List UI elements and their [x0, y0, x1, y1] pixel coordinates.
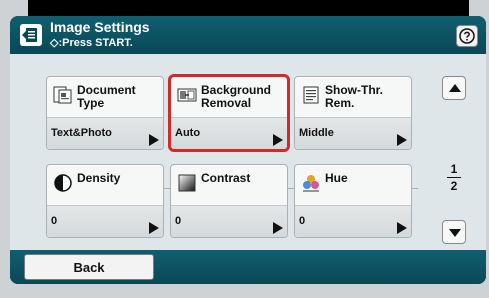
hue-label: Hue: [325, 171, 348, 185]
density-icon: [53, 173, 73, 193]
back-button[interactable]: Back: [24, 254, 154, 280]
arrow-right-icon: [273, 134, 283, 146]
contrast-label: Contrast: [201, 171, 251, 185]
arrow-right-icon: [149, 134, 159, 146]
arrow-down-icon: [449, 229, 461, 237]
help-icon: [459, 28, 475, 44]
document-type-icon: [53, 85, 73, 105]
hue-button[interactable]: Hue 0: [294, 164, 412, 238]
title-bar: Image Settings ◇:Press START.: [10, 16, 486, 54]
hue-icon: [301, 173, 321, 193]
density-value: 0: [51, 215, 58, 227]
copy-settings-icon: [20, 24, 42, 46]
contrast-value: 0: [175, 215, 182, 227]
help-button[interactable]: [456, 25, 478, 47]
arrow-right-icon: [397, 134, 407, 146]
arrow-right-icon: [273, 222, 283, 234]
background-removal-icon: [177, 85, 197, 105]
show-through-removal-label: Show-Thr. Rem.: [325, 83, 383, 110]
document-type-label: Document Type: [77, 83, 136, 110]
footer-bar: Back: [10, 250, 486, 284]
arrow-right-icon: [397, 222, 407, 234]
current-page: 1: [450, 162, 458, 176]
contrast-button[interactable]: Contrast 0: [170, 164, 288, 238]
hue-value: 0: [299, 215, 306, 227]
background-removal-button[interactable]: Background Removal Auto: [170, 76, 288, 150]
backdrop-bottom: [0, 284, 489, 298]
show-through-removal-button[interactable]: Show-Thr. Rem. Middle: [294, 76, 412, 150]
arrow-right-icon: [149, 222, 159, 234]
scroll-up-button[interactable]: [442, 76, 466, 100]
page-indicator: 1 2: [442, 161, 466, 194]
arrow-up-icon: [449, 84, 461, 92]
density-label: Density: [77, 171, 121, 185]
document-type-button[interactable]: Document Type Text&Photo: [46, 76, 164, 150]
document-type-value: Text&Photo: [51, 127, 112, 139]
background-removal-value: Auto: [175, 127, 201, 139]
contrast-icon: [177, 173, 197, 193]
page-title: Image Settings: [50, 19, 150, 35]
background-removal-label: Background Removal: [201, 83, 272, 110]
show-through-removal-icon: [301, 85, 321, 105]
scroll-down-button[interactable]: [442, 220, 466, 244]
density-button[interactable]: Density 0: [46, 164, 164, 238]
printer-panel-screen: Image Settings ◇:Press START. Document T…: [10, 16, 486, 284]
start-hint: ◇:Press START.: [50, 37, 133, 49]
show-through-removal-value: Middle: [299, 127, 334, 139]
total-pages: 2: [450, 179, 458, 193]
settings-area: Document Type Text&Photo Background Remo…: [10, 54, 486, 250]
